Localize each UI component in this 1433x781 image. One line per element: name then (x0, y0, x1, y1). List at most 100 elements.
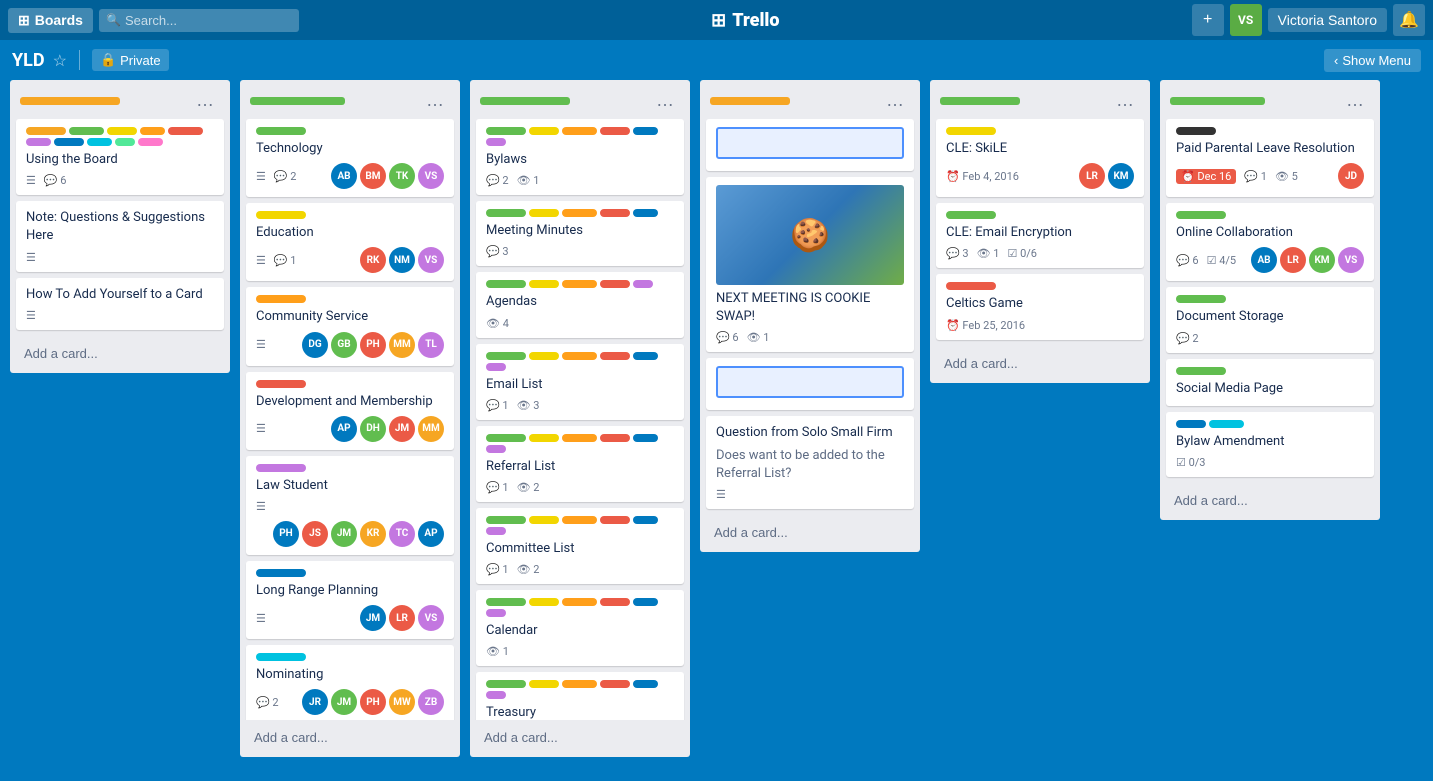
card[interactable]: Note: Questions & Suggestions Here☰ (16, 201, 224, 271)
list-more-button[interactable]: … (190, 88, 220, 113)
card[interactable]: Calendar👁 1 (476, 590, 684, 666)
notifications-button[interactable]: 🔔 (1393, 4, 1425, 36)
card[interactable] (706, 119, 914, 171)
card[interactable]: Development and Membership☰APDHJMMM (246, 372, 454, 450)
card-label (69, 127, 104, 135)
add-card-button[interactable]: Add a card... (248, 726, 452, 749)
card[interactable]: Online Collaboration💬 6☑ 4/5ABLRKMVS (1166, 203, 1374, 281)
card[interactable]: Email List💬 1👁 3 (476, 344, 684, 420)
card[interactable]: Education☰💬 1RKNMVS (246, 203, 454, 281)
card-meta: 💬 2 (1176, 332, 1364, 345)
card-label (529, 598, 559, 606)
watchers-meta: 👁 2 (517, 481, 540, 494)
card-label (1209, 420, 1244, 428)
comments-meta: 💬 1 (486, 399, 509, 412)
board-star[interactable]: ☆ (53, 51, 67, 70)
avatar: DH (360, 416, 386, 442)
card[interactable]: ✎🍪NEXT MEETING IS COOKIE SWAP!💬 6👁 1 (706, 177, 914, 352)
card-label (486, 209, 526, 217)
card[interactable]: Nominating💬 2JRJMPHMWZB (246, 645, 454, 720)
list-cards: Paid Parental Leave Resolution⏰ Dec 16💬 … (1160, 119, 1380, 483)
card[interactable]: Celtics Game⏰ Feb 25, 2016 (936, 274, 1144, 339)
show-menu-label: Show Menu (1342, 53, 1411, 68)
list-title-bar (710, 97, 790, 105)
card-labels (1176, 295, 1364, 303)
card-title: Bylaws (486, 151, 674, 169)
avatar: NM (389, 247, 415, 273)
card-title: How To Add Yourself to a Card (26, 286, 214, 304)
boards-button[interactable]: ⊞ Boards (8, 8, 93, 33)
card-label (486, 434, 526, 442)
add-card-button[interactable]: Add a card... (18, 342, 222, 365)
card[interactable]: Technology☰💬 2ABBMTKVS (246, 119, 454, 197)
list-title-bar (250, 97, 345, 105)
card-labels (1176, 420, 1364, 428)
comments-meta: 💬 1 (486, 563, 509, 576)
card[interactable]: Committee List💬 1👁 2 (476, 508, 684, 584)
card-title: CLE: Email Encryption (946, 224, 1134, 242)
card[interactable]: Treasury💬 2👁 2 (476, 672, 684, 720)
card[interactable]: Bylaw Amendment☑ 0/3 (1166, 412, 1374, 477)
card-label (529, 680, 559, 688)
avatar: VS (418, 247, 444, 273)
card[interactable] (706, 358, 914, 410)
card-avatars: APDHJMMM (331, 416, 444, 442)
list-more-button[interactable]: … (650, 88, 680, 113)
card[interactable]: Referral List💬 1👁 2 (476, 426, 684, 502)
card-labels (486, 680, 674, 699)
list-title-bar (940, 97, 1020, 105)
avatar: LR (389, 605, 415, 631)
list-more-button[interactable]: … (1110, 88, 1140, 113)
date-badge: ⏰ Feb 25, 2016 (946, 319, 1025, 332)
card[interactable]: CLE: Email Encryption💬 3👁 1☑ 0/6 (936, 203, 1144, 268)
card[interactable]: CLE: SkiLE⏰ Feb 4, 2016LRKM (936, 119, 1144, 197)
search-input[interactable] (99, 9, 299, 32)
card[interactable]: Using the Board☰💬 6 (16, 119, 224, 195)
comments-meta: 💬 6 (1176, 254, 1199, 267)
list-more-button[interactable]: … (880, 88, 910, 113)
add-card-button[interactable]: Add a card... (478, 726, 682, 749)
card-label (486, 516, 526, 524)
add-card-button[interactable]: Add a card... (1168, 489, 1372, 512)
card-label (562, 434, 597, 442)
checklist-meta: ☑ 4/5 (1207, 254, 1237, 267)
card-labels (1176, 211, 1364, 219)
card-meta: ☰JMLRVS (256, 605, 444, 631)
card-meta: 💬 2JRJMPHMWZB (256, 689, 444, 715)
card-input-field[interactable] (716, 366, 904, 398)
card-label (26, 138, 51, 146)
card[interactable]: Social Media Page (1166, 359, 1374, 406)
add-button[interactable]: + (1192, 4, 1224, 36)
card[interactable]: Paid Parental Leave Resolution⏰ Dec 16💬 … (1166, 119, 1374, 197)
top-nav: ⊞ Boards 🔍 ⊞ Trello + VS Victoria Santor… (0, 0, 1433, 40)
user-menu-button[interactable]: Victoria Santoro (1268, 8, 1387, 32)
card[interactable]: Agendas👁 4 (476, 272, 684, 337)
card[interactable]: Question from Solo Small FirmDoes want t… (706, 416, 914, 509)
card-meta: ☰💬 1RKNMVS (256, 247, 444, 273)
card-meta: 👁 1 (486, 645, 674, 658)
card-labels (946, 282, 1134, 290)
card-label (1176, 295, 1226, 303)
card[interactable]: Document Storage💬 2 (1166, 287, 1374, 352)
avatar[interactable]: VS (1230, 4, 1262, 36)
card-title: Social Media Page (1176, 380, 1364, 398)
show-menu-button[interactable]: ‹ Show Menu (1324, 49, 1421, 72)
card[interactable]: Meeting Minutes💬 3 (476, 201, 684, 266)
card-input-field[interactable] (716, 127, 904, 159)
card-labels (256, 653, 444, 661)
card[interactable]: Bylaws💬 2👁 1 (476, 119, 684, 195)
list-cards: Technology☰💬 2ABBMTKVSEducation☰💬 1RKNMV… (240, 119, 460, 720)
list-more-button[interactable]: … (420, 88, 450, 113)
list-more-button[interactable]: … (1340, 88, 1370, 113)
card[interactable]: Law Student☰PHJSJMKRTCAP (246, 456, 454, 555)
board-visibility-button[interactable]: 🔒 Private (92, 49, 169, 71)
card[interactable]: How To Add Yourself to a Card☰ (16, 278, 224, 330)
card-label (633, 280, 653, 288)
card[interactable]: Community Service☰DGGBPHMMTL (246, 287, 454, 365)
card-labels (486, 127, 674, 146)
card[interactable]: Long Range Planning☰JMLRVS (246, 561, 454, 639)
list-0: … Using the Board☰💬 6Note: Questions & Su… (10, 80, 230, 373)
card-label (107, 127, 137, 135)
add-card-button[interactable]: Add a card... (708, 521, 912, 544)
add-card-button[interactable]: Add a card... (938, 352, 1142, 375)
